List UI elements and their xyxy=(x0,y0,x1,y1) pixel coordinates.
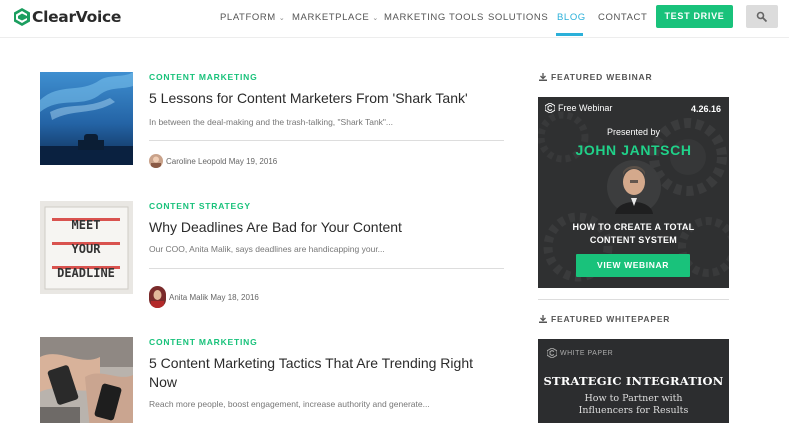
active-nav-indicator xyxy=(556,33,583,36)
author-photo xyxy=(149,286,166,308)
featured-whitepaper-label: FEATURED WHITEPAPER xyxy=(539,314,670,324)
nav-label: MARKETING TOOLS xyxy=(384,12,484,23)
thumb-text-line: DEADLINE xyxy=(57,266,115,280)
author-avatar[interactable] xyxy=(149,154,163,168)
whitepaper-banner[interactable]: WHITE PAPER STRATEGIC INTEGRATION How to… xyxy=(538,339,729,423)
author-name[interactable]: Caroline Leopold xyxy=(166,157,227,166)
whitepaper-title: STRATEGIC INTEGRATION xyxy=(543,374,724,388)
article-card: CONTENT MARKETING 5 Content Marketing Ta… xyxy=(40,337,505,423)
nav-contact[interactable]: CONTACT xyxy=(598,12,647,23)
article-card: CONTENT MARKETING 5 Lessons for Content … xyxy=(40,72,505,172)
article-date: May 18, 2016 xyxy=(210,292,259,302)
featured-webinar-label: FEATURED WEBINAR xyxy=(539,72,652,82)
badge-text: WHITE PAPER xyxy=(560,349,614,357)
article-byline: Anita Malik May 18, 2016 xyxy=(149,286,259,308)
meet-your-deadline-image: MEET YOUR DEADLINE xyxy=(40,201,133,294)
article-card: MEET YOUR DEADLINE CONTENT STRATEGY Why … xyxy=(40,201,505,308)
logo-text: ClearVoice xyxy=(32,8,122,26)
article-divider xyxy=(149,268,504,269)
whitepaper-subtitle: How to Partner with Influencers for Resu… xyxy=(538,393,729,417)
article-category[interactable]: CONTENT MARKETING xyxy=(149,337,258,347)
webinar-topic-line: HOW TO CREATE A TOTAL xyxy=(572,222,695,232)
webinar-topic: HOW TO CREATE A TOTAL CONTENT SYSTEM xyxy=(548,221,719,247)
presenter-photo xyxy=(607,160,661,214)
author-name[interactable]: Anita Malik xyxy=(169,293,208,302)
nav-marketplace[interactable]: MARKETPLACE ⌄ xyxy=(292,12,379,23)
article-title[interactable]: Why Deadlines Are Bad for Your Content xyxy=(149,218,504,237)
nav-label: SOLUTIONS xyxy=(488,12,549,23)
underwater-shark-image xyxy=(40,72,133,165)
badge-text: Free Webinar xyxy=(558,103,613,113)
clearvoice-mark-icon xyxy=(545,103,555,113)
article-excerpt: Reach more people, boost engagement, inc… xyxy=(149,399,430,409)
view-webinar-button[interactable]: VIEW WEBINAR xyxy=(576,254,690,277)
hands-with-smartphones-image xyxy=(40,337,133,423)
section-label-text: FEATURED WEBINAR xyxy=(551,72,653,82)
article-title[interactable]: 5 Lessons for Content Marketers From 'Sh… xyxy=(149,89,504,108)
thumb-text-line: MEET xyxy=(72,218,101,232)
article-category[interactable]: CONTENT MARKETING xyxy=(149,72,258,82)
author-avatar[interactable] xyxy=(149,286,166,308)
test-drive-button[interactable]: TEST DRIVE xyxy=(656,5,733,28)
free-webinar-badge: Free Webinar xyxy=(545,103,612,113)
article-byline: Caroline Leopold May 19, 2016 xyxy=(149,154,277,168)
nav-platform[interactable]: PLATFORM ⌄ xyxy=(220,12,285,23)
nav-marketing-tools[interactable]: MARKETING TOOLS xyxy=(384,12,484,23)
download-icon xyxy=(539,315,547,323)
nav-label: MARKETPLACE xyxy=(292,12,370,23)
whitepaper-subtitle-line: How to Partner with xyxy=(584,393,683,404)
whitepaper-subtitle-line: Influencers for Results xyxy=(578,405,689,416)
thumb-text-line: YOUR xyxy=(72,242,102,256)
author-photo xyxy=(149,154,163,168)
article-title[interactable]: 5 Content Marketing Tactics That Are Tre… xyxy=(149,354,504,392)
sidebar-divider xyxy=(538,299,729,300)
clearvoice-mark-icon xyxy=(547,348,557,358)
nav-label: PLATFORM xyxy=(220,12,276,23)
article-excerpt: In between the deal-making and the trash… xyxy=(149,117,394,127)
nav-blog[interactable]: BLOG xyxy=(557,12,586,23)
chevron-down-icon: ⌄ xyxy=(372,15,379,22)
nav-solutions[interactable]: SOLUTIONS xyxy=(488,12,548,23)
logo[interactable]: ClearVoice xyxy=(14,8,121,26)
presenter-name: JOHN JANTSCH xyxy=(575,142,692,158)
section-label-text: FEATURED WHITEPAPER xyxy=(551,314,671,324)
search-button[interactable] xyxy=(746,5,778,28)
white-paper-badge: WHITE PAPER xyxy=(547,348,613,358)
article-date: May 19, 2016 xyxy=(228,156,278,166)
article-excerpt: Our COO, Anita Malik, says deadlines are… xyxy=(149,244,385,254)
webinar-banner[interactable]: Free Webinar 4.26.16 Presented by JOHN J… xyxy=(538,97,729,288)
chevron-down-icon: ⌄ xyxy=(278,15,286,22)
download-icon xyxy=(539,73,547,81)
article-thumbnail[interactable] xyxy=(40,72,133,165)
article-thumbnail[interactable]: MEET YOUR DEADLINE xyxy=(40,201,133,294)
search-icon xyxy=(756,11,768,22)
webinar-topic-line: CONTENT SYSTEM xyxy=(589,235,678,245)
site-header: ClearVoice PLATFORM ⌄ MARKETPLACE ⌄ MARKET… xyxy=(0,0,789,38)
webinar-date: 4.26.16 xyxy=(690,104,721,114)
nav-label: BLOG xyxy=(557,12,586,23)
article-category[interactable]: CONTENT STRATEGY xyxy=(149,201,251,211)
article-thumbnail[interactable] xyxy=(40,337,133,423)
nav-label: CONTACT xyxy=(598,12,648,23)
clearvoice-logo-icon xyxy=(14,8,30,26)
presented-by-text: Presented by xyxy=(606,127,661,137)
article-divider xyxy=(149,140,504,141)
